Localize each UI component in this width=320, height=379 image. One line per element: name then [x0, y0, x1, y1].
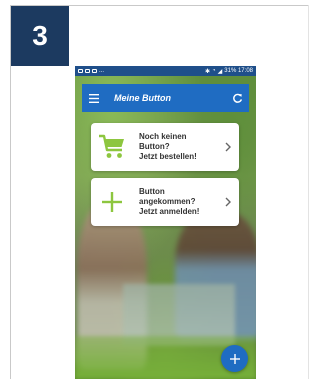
chevron-right-icon [223, 196, 233, 208]
status-bar-left: ... [78, 68, 104, 74]
hamburger-icon[interactable] [88, 92, 100, 104]
card-label: Noch keinen Button? Jetzt bestellen! [139, 132, 223, 162]
phone-screen: ... ✱ ◔ ◢ 31% 17:08 Meine Button Noch ke… [75, 66, 256, 379]
add-fab-button[interactable] [221, 345, 248, 372]
card-line: Button [139, 187, 165, 196]
chevron-right-icon [223, 141, 233, 153]
card-line: Jetzt anmelden! [139, 207, 200, 216]
status-bar: ... ✱ ◔ ◢ 31% 17:08 [75, 66, 256, 76]
android-icon [92, 69, 97, 73]
refresh-icon[interactable] [231, 92, 243, 104]
plus-icon [97, 187, 127, 217]
status-bar-right: ✱ ◔ ◢ 31% 17:08 [205, 68, 253, 75]
card-line: Noch keinen [139, 132, 187, 141]
bluetooth-icon: ✱ [205, 68, 211, 75]
image-icon [78, 69, 83, 73]
frame-border-right [308, 5, 309, 379]
status-right-text: 31% 17:08 [224, 68, 253, 74]
plus-icon [229, 353, 240, 364]
app-bar: Meine Button [82, 84, 249, 112]
signal-icon: ◢ [217, 68, 223, 75]
card-line: Button? [139, 142, 170, 151]
app-title: Meine Button [114, 93, 171, 103]
status-left-text: ... [99, 68, 105, 74]
card-label: Button angekommen? Jetzt anmelden! [139, 187, 223, 217]
register-button-card[interactable]: Button angekommen? Jetzt anmelden! [91, 178, 239, 226]
step-number-badge: 3 [11, 6, 69, 66]
card-line: angekommen? [139, 197, 196, 206]
card-line: Jetzt bestellen! [139, 152, 197, 161]
mail-icon [85, 69, 90, 73]
order-button-card[interactable]: Noch keinen Button? Jetzt bestellen! [91, 123, 239, 171]
wifi-icon: ◔ [212, 68, 216, 74]
cart-icon [97, 132, 127, 162]
